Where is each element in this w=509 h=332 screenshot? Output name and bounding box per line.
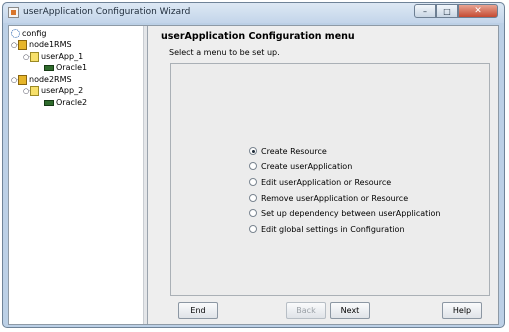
resource-icon xyxy=(44,64,54,71)
option-create-resource[interactable]: Create Resource xyxy=(249,145,327,157)
option-label: Create Resource xyxy=(261,146,327,156)
tree-item-userapp1[interactable]: ○- userApp_1 xyxy=(23,51,83,62)
resource-icon xyxy=(44,99,54,106)
back-button[interactable]: Back xyxy=(286,302,326,319)
tree-scrollbar[interactable] xyxy=(143,26,147,324)
help-button[interactable]: Help xyxy=(442,302,482,319)
tree-item-node1rms[interactable]: ○- node1RMS xyxy=(11,39,72,50)
tree-item-label: Oracle1 xyxy=(56,63,88,72)
option-edit-global-settings[interactable]: Edit global settings in Configuration xyxy=(249,223,405,235)
userapp-icon xyxy=(30,51,39,62)
window-controls: – □ ✕ xyxy=(414,4,498,19)
tree-item-oracle2[interactable]: Oracle2 xyxy=(44,97,87,108)
client-area: config ○- node1RMS ○- userApp_1 Oracle1 … xyxy=(8,25,499,325)
end-button[interactable]: End xyxy=(178,302,218,319)
java-app-icon xyxy=(8,7,19,18)
collapse-toggle-icon[interactable]: ○- xyxy=(11,41,20,49)
option-create-userapplication[interactable]: Create userApplication xyxy=(249,160,352,172)
radio-button[interactable] xyxy=(249,225,257,233)
config-icon xyxy=(11,29,20,38)
radio-button[interactable] xyxy=(249,178,257,186)
radio-button[interactable] xyxy=(249,147,257,155)
radio-button[interactable] xyxy=(249,162,257,170)
tree-item-oracle1[interactable]: Oracle1 xyxy=(44,62,87,73)
tree-item-label: Oracle2 xyxy=(56,98,88,107)
button-bar: End Back Next Help xyxy=(149,300,499,324)
radio-button[interactable] xyxy=(249,194,257,202)
node-icon xyxy=(18,74,27,85)
radio-button[interactable] xyxy=(249,209,257,217)
collapse-toggle-icon[interactable]: ○- xyxy=(11,76,20,84)
option-set-up-dependency[interactable]: Set up dependency between userApplicatio… xyxy=(249,207,440,219)
node-icon xyxy=(18,39,27,50)
collapse-toggle-icon[interactable]: ○- xyxy=(23,87,32,95)
config-tree[interactable]: config ○- node1RMS ○- userApp_1 Oracle1 … xyxy=(9,26,148,324)
tree-item-label: userApp_1 xyxy=(41,52,84,61)
option-label: Edit userApplication or Resource xyxy=(261,177,392,187)
tree-item-node2rms[interactable]: ○- node2RMS xyxy=(11,74,72,85)
tree-item-label: node1RMS xyxy=(29,40,72,49)
option-label: Edit global settings in Configuration xyxy=(261,224,405,234)
tree-item-userapp2[interactable]: ○- userApp_2 xyxy=(23,85,83,96)
tree-item-label: userApp_2 xyxy=(41,86,84,95)
userapp-icon xyxy=(30,85,39,96)
maximize-button[interactable]: □ xyxy=(436,4,458,18)
close-button[interactable]: ✕ xyxy=(458,4,498,18)
option-remove-userapplication[interactable]: Remove userApplication or Resource xyxy=(249,192,408,204)
option-label: Set up dependency between userApplicatio… xyxy=(261,208,441,218)
app-window: userApplication Configuration Wizard – □… xyxy=(2,2,505,328)
option-label: Remove userApplication or Resource xyxy=(261,193,409,203)
page-subtitle: Select a menu to be set up. xyxy=(169,48,280,57)
page-title: userApplication Configuration menu xyxy=(161,31,355,42)
option-edit-userapplication[interactable]: Edit userApplication or Resource xyxy=(249,176,391,188)
tree-item-label: node2RMS xyxy=(29,75,72,84)
tree-item-config[interactable]: config xyxy=(11,28,46,39)
title-bar[interactable]: userApplication Configuration Wizard – □… xyxy=(3,3,504,23)
option-label: Create userApplication xyxy=(261,161,353,171)
minimize-button[interactable]: – xyxy=(414,4,436,18)
collapse-toggle-icon[interactable]: ○- xyxy=(23,53,32,61)
tree-item-label: config xyxy=(22,29,47,38)
next-button[interactable]: Next xyxy=(330,302,370,319)
menu-options-panel: Create Resource Create userApplication E… xyxy=(170,63,490,296)
window-title: userApplication Configuration Wizard xyxy=(23,7,191,17)
